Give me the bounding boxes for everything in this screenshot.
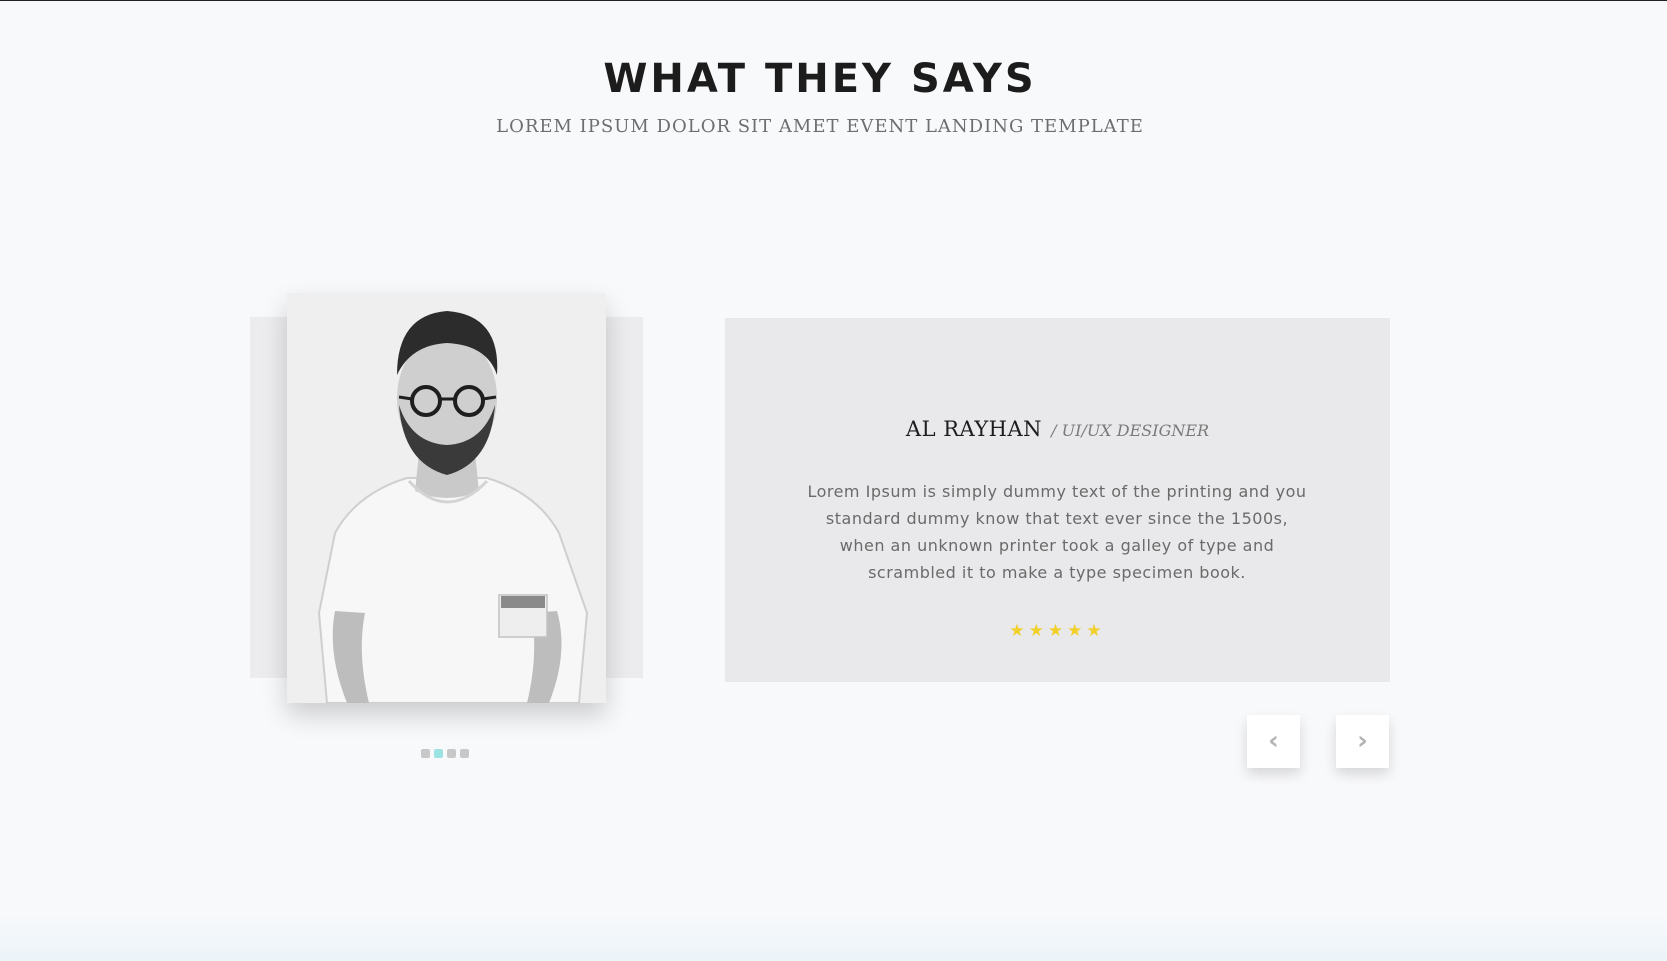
carousel-dot[interactable] (447, 749, 456, 758)
next-section-fade (0, 915, 1667, 961)
testimonial-quote: Lorem Ipsum is simply dummy text of the … (807, 482, 1307, 582)
next-testimonial-button[interactable]: › (1336, 715, 1389, 768)
carousel-dot-active[interactable] (434, 749, 443, 758)
author-name: AL RAYHAN (905, 417, 1043, 441)
carousel-dot[interactable] (460, 749, 469, 758)
testimonial-photo (287, 293, 606, 703)
star-rating-icon: ★★★★★ (1009, 621, 1106, 641)
section-subtitle: LOREM IPSUM DOLOR SIT AMET EVENT LANDING… (496, 116, 1144, 137)
carousel-dot[interactable] (421, 749, 430, 758)
testimonial-card: AL RAYHAN / UI/UX DESIGNER Lorem Ipsum i… (725, 318, 1390, 682)
section-title: WHAT THEY SAYS (603, 56, 1037, 102)
person-portrait-image (287, 293, 606, 703)
author-role: / UI/UX DESIGNER (1051, 421, 1210, 440)
top-divider (0, 0, 1667, 1)
testimonial-author: AL RAYHAN / UI/UX DESIGNER (725, 417, 1390, 441)
previous-testimonial-button[interactable]: ‹ (1247, 715, 1300, 768)
carousel-pagination (421, 749, 469, 758)
